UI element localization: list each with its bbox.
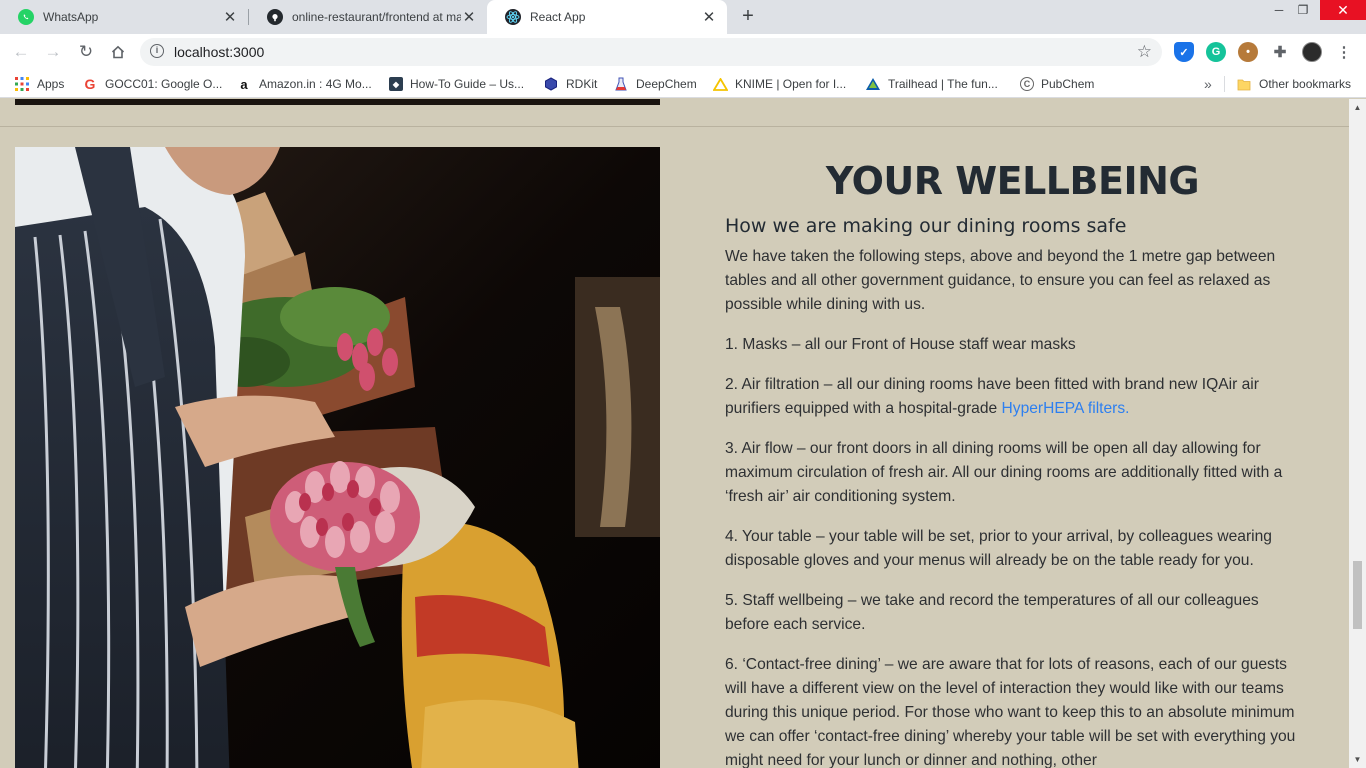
bookmark-label: Other bookmarks xyxy=(1259,77,1352,91)
bookmark-label: DeepChem xyxy=(636,77,697,91)
bookmark-pubchem[interactable]: C PubChem xyxy=(1020,70,1094,98)
bookmark-gocc01[interactable]: G GOCC01: Google O... xyxy=(82,70,223,98)
bookmark-howto[interactable]: ◆ How-To Guide – Us... xyxy=(389,70,524,98)
bookmark-amazon[interactable]: a Amazon.in : 4G Mo... xyxy=(236,70,372,98)
bookmark-label: GOCC01: Google O... xyxy=(105,77,223,91)
tab-title: WhatsApp xyxy=(43,10,99,24)
shield-extension-icon[interactable]: ✓ xyxy=(1174,42,1194,62)
tab-github[interactable]: online-restaurant/frontend at ma ✕ xyxy=(249,0,487,34)
tab-title: online-restaurant/frontend at ma xyxy=(292,10,461,24)
home-icon[interactable] xyxy=(106,40,130,64)
react-icon xyxy=(505,9,521,25)
tab-whatsapp[interactable]: WhatsApp ✕ xyxy=(0,0,248,34)
bookmark-label: Trailhead | The fun... xyxy=(888,77,998,91)
new-tab-button[interactable]: + xyxy=(737,5,759,27)
list-item-air-flow: 3. Air flow – our front doors in all din… xyxy=(725,440,1283,505)
grammarly-icon[interactable]: G xyxy=(1206,42,1226,62)
bookmark-label: RDKit xyxy=(566,77,598,91)
browser-menu-icon[interactable]: ⋮ xyxy=(1334,42,1354,62)
tab-close-icon[interactable]: ✕ xyxy=(461,9,477,26)
bookmark-label: How-To Guide – Us... xyxy=(410,77,525,91)
tab-title: React App xyxy=(530,10,586,24)
bookmarks-divider xyxy=(1224,76,1225,92)
window-close-icon[interactable]: ✕ xyxy=(1320,0,1366,20)
flask-icon xyxy=(613,76,629,92)
tab-close-icon[interactable]: ✕ xyxy=(222,9,238,26)
bookmarks-bar: Apps G GOCC01: Google O... a Amazon.in :… xyxy=(0,70,1366,98)
scroll-down-arrow-icon[interactable]: ▼ xyxy=(1349,751,1366,768)
browser-toolbar: ← → ↻ i localhost:3000 ☆ ✓ G • ✚ ⋮ xyxy=(0,34,1366,70)
whatsapp-icon xyxy=(18,9,34,25)
scrollbar-thumb[interactable] xyxy=(1353,561,1362,629)
address-bar[interactable]: i localhost:3000 ☆ xyxy=(140,38,1162,66)
bookmark-rdkit[interactable]: RDKit xyxy=(543,70,597,98)
back-arrow-icon[interactable]: ← xyxy=(9,40,33,64)
bookmark-label: Apps xyxy=(37,77,65,91)
list-item-air-filtration: 2. Air filtration – all our dining rooms… xyxy=(725,373,1305,421)
profile-avatar[interactable] xyxy=(1302,42,1322,62)
tab-close-icon[interactable]: ✕ xyxy=(701,9,717,26)
scroll-up-arrow-icon[interactable]: ▲ xyxy=(1349,99,1366,116)
knime-icon xyxy=(712,76,728,92)
github-icon xyxy=(267,9,283,25)
bookmark-apps[interactable]: Apps xyxy=(14,70,64,98)
extensions-puzzle-icon[interactable]: ✚ xyxy=(1270,42,1290,62)
list-item-contact-free: 6. ‘Contact-free dining’ – we are aware … xyxy=(725,656,1296,768)
bookmark-trailhead[interactable]: Trailhead | The fun... xyxy=(865,70,998,98)
pubchem-icon: C xyxy=(1020,77,1034,91)
apps-grid-icon xyxy=(14,76,30,92)
trailhead-icon xyxy=(865,76,881,92)
list-item-your-table: 4. Your table – your table will be set, … xyxy=(725,528,1272,569)
previous-section-image xyxy=(15,99,660,105)
section-subheading: How we are making our dining rooms safe xyxy=(725,215,1127,237)
cookie-extension-icon[interactable]: • xyxy=(1238,42,1258,62)
bookmark-star-icon[interactable]: ☆ xyxy=(1137,42,1152,62)
list-item-masks: 1. Masks – all our Front of House staff … xyxy=(725,336,1076,353)
tab-react-app[interactable]: React App ✕ xyxy=(487,0,727,34)
tab-strip: WhatsApp ✕ online-restaurant/frontend at… xyxy=(0,0,1366,34)
page-title: YOUR WELLBEING xyxy=(825,159,1200,203)
air-filtration-text: 2. Air filtration – all our dining rooms… xyxy=(725,376,1259,417)
bookmark-deepchem[interactable]: DeepChem xyxy=(613,70,697,98)
site-info-icon[interactable]: i xyxy=(150,44,164,58)
chef-holding-radishes-photo xyxy=(15,147,660,768)
forward-arrow-icon[interactable]: → xyxy=(41,40,65,64)
section-divider xyxy=(0,126,1349,127)
wellbeing-section: YOUR WELLBEING How we are making our din… xyxy=(725,159,1305,768)
bookmark-label: Amazon.in : 4G Mo... xyxy=(259,77,372,91)
folder-icon xyxy=(1236,76,1252,92)
shield-bookmark-icon: ◆ xyxy=(389,77,403,91)
hyperhepa-link[interactable]: HyperHEPA filters. xyxy=(1002,400,1130,417)
intro-paragraph: We have taken the following steps, above… xyxy=(725,248,1276,313)
google-icon: G xyxy=(84,76,96,92)
bookmark-other[interactable]: Other bookmarks xyxy=(1236,70,1351,98)
list-item-staff-wellbeing: 5. Staff wellbeing – we take and record … xyxy=(725,592,1259,633)
page-scrollbar[interactable]: ▲ ▼ xyxy=(1349,99,1366,768)
rdkit-icon xyxy=(543,76,559,92)
bookmark-label: KNIME | Open for I... xyxy=(735,77,847,91)
bookmark-knime[interactable]: KNIME | Open for I... xyxy=(712,70,846,98)
url-text[interactable]: localhost:3000 xyxy=(174,44,264,60)
page-viewport: YOUR WELLBEING How we are making our din… xyxy=(0,99,1349,768)
amazon-icon: a xyxy=(240,76,248,92)
bookmark-label: PubChem xyxy=(1041,77,1095,91)
bookmarks-overflow-button[interactable]: » xyxy=(1204,70,1212,98)
reload-icon[interactable]: ↻ xyxy=(74,40,98,64)
